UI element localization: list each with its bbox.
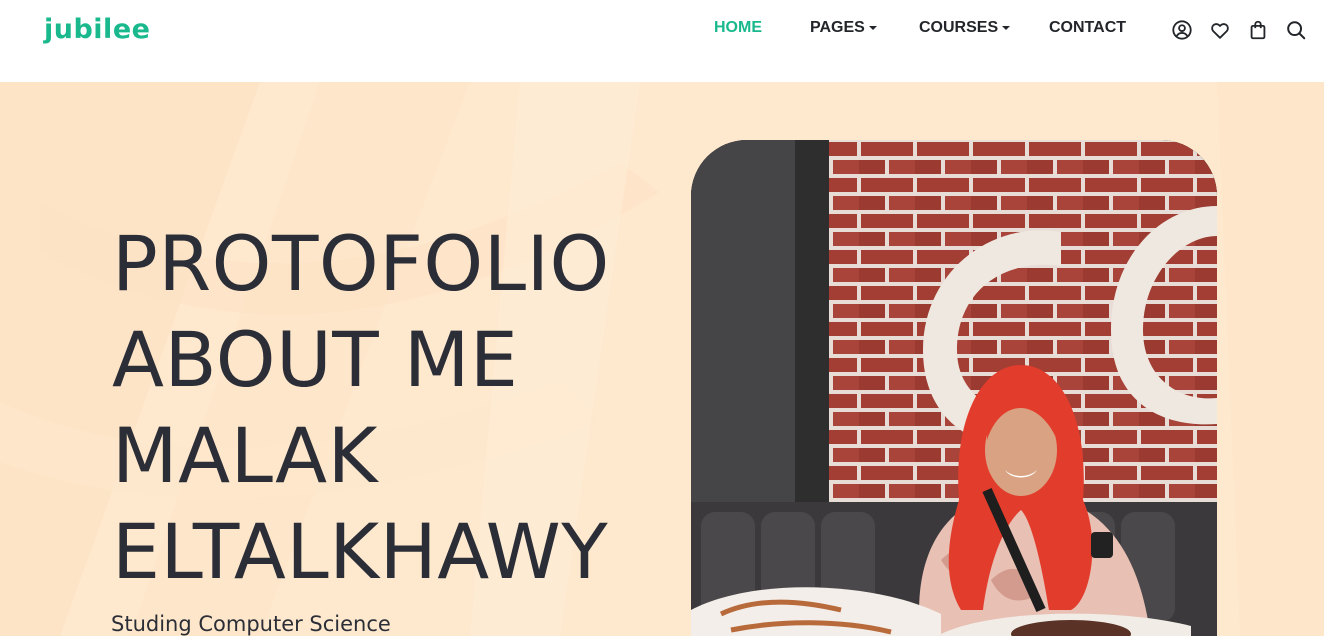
hero-title-line: ELTALKHAWY	[112, 507, 609, 596]
hero-title-line: ABOUT ME	[112, 315, 519, 404]
caret-down-icon	[868, 26, 877, 30]
navbar: jubilee HOME PAGES COURSES CONTACT	[0, 0, 1324, 82]
nav-pages-label: PAGES	[810, 19, 865, 36]
shopping-bag-icon[interactable]	[1247, 19, 1269, 41]
profile-photo	[691, 140, 1217, 636]
caret-down-icon	[1002, 26, 1011, 30]
hero-subtitle: Studing Computer Science	[111, 612, 391, 636]
nav-home-link[interactable]: HOME	[714, 19, 762, 37]
nav-contact-label: CONTACT	[1049, 19, 1127, 36]
brand-logo[interactable]: jubilee	[44, 14, 150, 45]
hero-title-line: MALAK	[112, 411, 378, 500]
nav-courses-label: COURSES	[919, 19, 999, 36]
hero-title-line: PROTOFOLIO	[112, 219, 610, 308]
nav-home-label: HOME	[714, 19, 762, 36]
user-circle-icon[interactable]	[1171, 19, 1193, 41]
nav-pages-dropdown[interactable]: PAGES	[810, 19, 877, 37]
nav-courses-dropdown[interactable]: COURSES	[919, 19, 1011, 37]
hero-section: PROTOFOLIO ABOUT ME MALAK ELTALKHAWY Stu…	[0, 82, 1324, 636]
nav-contact-link[interactable]: CONTACT	[1049, 19, 1126, 37]
hero-title: PROTOFOLIO ABOUT ME MALAK ELTALKHAWY	[112, 216, 610, 600]
heart-icon[interactable]	[1209, 19, 1231, 41]
search-icon[interactable]	[1285, 19, 1307, 41]
